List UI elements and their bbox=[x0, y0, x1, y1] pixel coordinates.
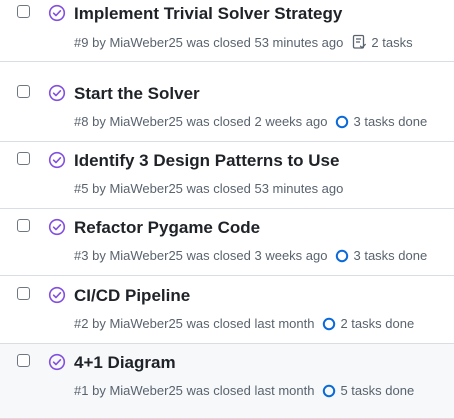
select-checkbox[interactable] bbox=[17, 5, 30, 18]
issue-row[interactable]: Refactor Pygame Code #3 by MiaWeber25 wa… bbox=[0, 209, 454, 276]
issue-row[interactable]: Implement Trivial Solver Strategy #9 by … bbox=[0, 0, 454, 62]
task-count: 3 tasks done bbox=[353, 114, 428, 129]
task-count: 2 tasks done bbox=[340, 316, 415, 331]
issue-number: #3 bbox=[74, 248, 89, 263]
closed-label: was closed bbox=[186, 114, 251, 129]
select-checkbox[interactable] bbox=[17, 354, 30, 367]
issue-row[interactable]: 4+1 Diagram #1 by MiaWeber25 was closed … bbox=[0, 344, 454, 419]
author-link[interactable]: MiaWeber25 bbox=[109, 248, 182, 263]
issue-number: #9 bbox=[74, 34, 89, 50]
closed-completed-icon bbox=[48, 353, 66, 371]
progress-circle-icon bbox=[323, 317, 336, 330]
author-link[interactable]: MiaWeber25 bbox=[109, 35, 182, 50]
closed-time: 53 minutes ago bbox=[254, 181, 344, 196]
closed-time: 3 weeks ago bbox=[254, 248, 328, 263]
progress-circle-icon bbox=[336, 249, 349, 262]
issue-title-link[interactable]: Start the Solver bbox=[74, 84, 200, 104]
task-count: 3 tasks done bbox=[353, 248, 428, 263]
closed-completed-icon bbox=[48, 4, 66, 22]
issue-number: #5 bbox=[74, 181, 89, 196]
issue-meta: #3 by MiaWeber25 was closed 3 weeks ago … bbox=[74, 248, 427, 263]
by-label: by bbox=[92, 114, 106, 129]
closed-completed-icon bbox=[48, 151, 66, 169]
select-checkbox[interactable] bbox=[17, 152, 30, 165]
issue-meta: #2 by MiaWeber25 was closed last month 2… bbox=[74, 316, 414, 331]
issue-row[interactable]: Identify 3 Design Patterns to Use #5 by … bbox=[0, 142, 454, 209]
closed-completed-icon bbox=[48, 84, 66, 102]
author-link[interactable]: MiaWeber25 bbox=[109, 383, 182, 398]
issue-title-link[interactable]: CI/CD Pipeline bbox=[74, 286, 190, 306]
issue-number: #2 bbox=[74, 316, 89, 331]
closed-label: was closed bbox=[186, 181, 251, 196]
progress-circle-icon bbox=[323, 384, 336, 397]
author-link[interactable]: MiaWeber25 bbox=[109, 114, 182, 129]
select-checkbox[interactable] bbox=[17, 287, 30, 300]
issue-number: #1 bbox=[74, 383, 89, 398]
checklist-icon bbox=[353, 34, 367, 49]
closed-time: last month bbox=[254, 383, 315, 398]
issue-title-link[interactable]: 4+1 Diagram bbox=[74, 353, 176, 373]
task-list-summary[interactable]: 5 tasks done bbox=[322, 383, 414, 398]
author-link[interactable]: MiaWeber25 bbox=[109, 316, 182, 331]
issue-title-link[interactable]: Implement Trivial Solver Strategy bbox=[74, 4, 342, 24]
task-list-summary[interactable]: 2 tasks bbox=[351, 34, 413, 50]
closed-time: 2 weeks ago bbox=[254, 114, 328, 129]
task-count: 2 tasks bbox=[371, 34, 413, 50]
by-label: by bbox=[92, 248, 106, 263]
task-list-summary[interactable]: 3 tasks done bbox=[335, 248, 427, 263]
closed-time: 53 minutes ago bbox=[254, 34, 344, 50]
issue-row[interactable]: Start the Solver #8 by MiaWeber25 was cl… bbox=[0, 75, 454, 142]
closed-completed-icon bbox=[48, 286, 66, 304]
task-list-summary[interactable]: 3 tasks done bbox=[335, 114, 427, 129]
closed-label: was closed bbox=[186, 248, 251, 263]
by-label: by bbox=[92, 383, 106, 398]
closed-label: was closed bbox=[186, 316, 251, 331]
progress-circle-icon bbox=[336, 115, 349, 128]
select-checkbox[interactable] bbox=[17, 85, 30, 98]
issue-meta: #5 by MiaWeber25 was closed 53 minutes a… bbox=[74, 181, 343, 196]
task-list-summary[interactable]: 2 tasks done bbox=[322, 316, 414, 331]
closed-time: last month bbox=[254, 316, 315, 331]
closed-label: was closed bbox=[186, 383, 251, 398]
by-label: by bbox=[92, 34, 106, 50]
task-count: 5 tasks done bbox=[340, 383, 415, 398]
issue-meta: #1 by MiaWeber25 was closed last month 5… bbox=[74, 383, 414, 398]
issue-meta: #9 by MiaWeber25 was closed 53 minutes a… bbox=[74, 34, 413, 50]
by-label: by bbox=[92, 181, 106, 196]
author-link[interactable]: MiaWeber25 bbox=[109, 181, 182, 196]
issue-number: #8 bbox=[74, 114, 89, 129]
issue-list: Implement Trivial Solver Strategy #9 by … bbox=[0, 0, 454, 419]
closed-label: was closed bbox=[186, 34, 251, 50]
issue-meta: #8 by MiaWeber25 was closed 2 weeks ago … bbox=[74, 114, 427, 129]
select-checkbox[interactable] bbox=[17, 219, 30, 232]
issue-title-link[interactable]: Refactor Pygame Code bbox=[74, 218, 260, 238]
closed-completed-icon bbox=[48, 218, 66, 236]
issue-row[interactable]: CI/CD Pipeline #2 by MiaWeber25 was clos… bbox=[0, 277, 454, 344]
issue-title-link[interactable]: Identify 3 Design Patterns to Use bbox=[74, 151, 339, 171]
by-label: by bbox=[92, 316, 106, 331]
